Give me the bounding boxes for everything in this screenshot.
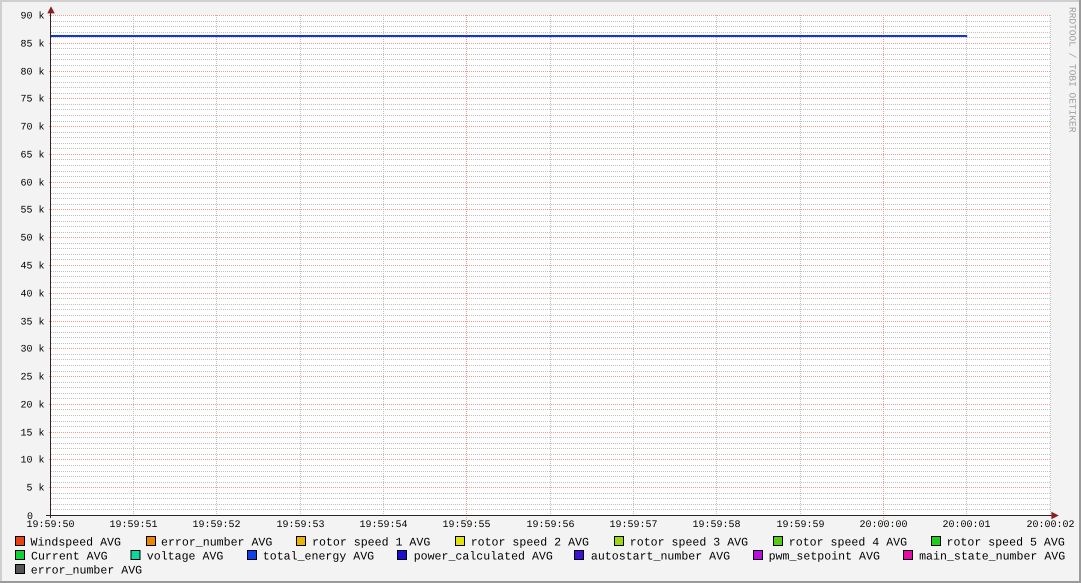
- svg-text:power_calculated AVG: power_calculated AVG: [414, 550, 553, 563]
- svg-text:error_number AVG: error_number AVG: [31, 564, 142, 577]
- svg-text:20:00:02: 20:00:02: [1026, 520, 1074, 531]
- svg-text:rotor speed 5 AVG: rotor speed 5 AVG: [947, 536, 1065, 549]
- svg-text:19:59:52: 19:59:52: [192, 520, 240, 531]
- svg-text:error_number AVG: error_number AVG: [161, 536, 272, 549]
- svg-text:30 k: 30 k: [20, 344, 44, 356]
- svg-text:19:59:55: 19:59:55: [442, 520, 490, 531]
- svg-text:RRDTOOL / TOBI OETIKER: RRDTOOL / TOBI OETIKER: [1066, 7, 1077, 133]
- svg-text:35 k: 35 k: [20, 317, 44, 329]
- svg-text:rotor speed 3 AVG: rotor speed 3 AVG: [630, 536, 748, 549]
- svg-text:19:59:56: 19:59:56: [526, 520, 574, 531]
- svg-text:main_state_number AVG: main_state_number AVG: [919, 550, 1065, 563]
- svg-text:20:00:00: 20:00:00: [859, 520, 907, 531]
- svg-text:autostart_number AVG: autostart_number AVG: [591, 550, 730, 563]
- svg-text:19:59:57: 19:59:57: [609, 520, 657, 531]
- svg-text:Windspeed AVG: Windspeed AVG: [31, 536, 121, 549]
- svg-text:25 k: 25 k: [20, 372, 44, 384]
- svg-text:20 k: 20 k: [20, 400, 44, 412]
- svg-text:55 k: 55 k: [20, 205, 44, 217]
- svg-text:70 k: 70 k: [20, 122, 44, 134]
- svg-text:15 k: 15 k: [20, 428, 44, 440]
- svg-text:20:00:01: 20:00:01: [942, 520, 990, 531]
- svg-text:19:59:51: 19:59:51: [109, 520, 157, 531]
- svg-text:5 k: 5 k: [26, 483, 44, 495]
- svg-text:19:59:58: 19:59:58: [692, 520, 740, 531]
- svg-text:90 k: 90 k: [20, 11, 44, 23]
- svg-text:total_energy AVG: total_energy AVG: [263, 550, 374, 563]
- svg-text:19:59:59: 19:59:59: [776, 520, 824, 531]
- svg-text:80 k: 80 k: [20, 67, 44, 79]
- svg-text:19:59:54: 19:59:54: [359, 520, 407, 531]
- svg-text:45 k: 45 k: [20, 261, 44, 273]
- svg-text:85 k: 85 k: [20, 39, 44, 51]
- svg-text:pwm_setpoint AVG: pwm_setpoint AVG: [769, 550, 880, 563]
- svg-text:60 k: 60 k: [20, 178, 44, 190]
- svg-text:40 k: 40 k: [20, 289, 44, 301]
- svg-text:rotor speed 2 AVG: rotor speed 2 AVG: [471, 536, 589, 549]
- svg-text:65 k: 65 k: [20, 150, 44, 162]
- svg-text:75 k: 75 k: [20, 94, 44, 106]
- svg-text:rotor speed 1 AVG: rotor speed 1 AVG: [312, 536, 430, 549]
- svg-text:19:59:53: 19:59:53: [276, 520, 324, 531]
- svg-text:19:59:50: 19:59:50: [26, 520, 74, 531]
- svg-text:10 k: 10 k: [20, 455, 44, 467]
- svg-text:Current AVG: Current AVG: [31, 550, 108, 563]
- svg-text:rotor speed 4 AVG: rotor speed 4 AVG: [789, 536, 907, 549]
- svg-text:50 k: 50 k: [20, 233, 44, 245]
- svg-text:voltage AVG: voltage AVG: [147, 550, 224, 563]
